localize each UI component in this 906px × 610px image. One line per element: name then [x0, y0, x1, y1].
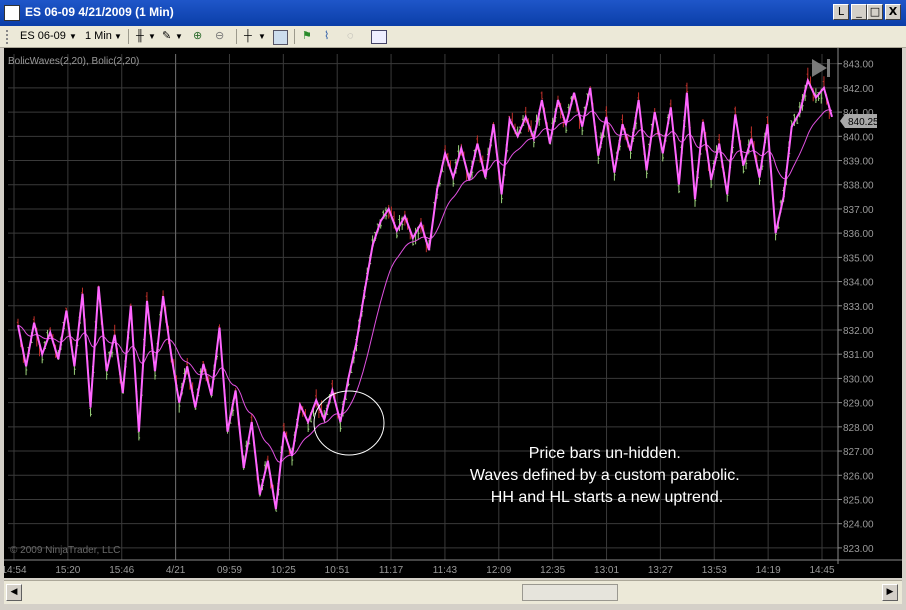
price-tick-label: 838.00	[843, 181, 874, 192]
time-tick-label: 14:45	[809, 565, 834, 576]
chart-grid	[8, 54, 838, 560]
time-tick-label: 12:09	[486, 565, 511, 576]
scroll-right-button[interactable]: ▶	[882, 584, 898, 601]
price-tick-label: 827.00	[843, 447, 874, 458]
price-tick-label: 829.00	[843, 399, 874, 410]
price-bar	[822, 76, 826, 88]
horizontal-scrollbar[interactable]: ◀ ▶	[4, 580, 902, 604]
instrument-dropdown-icon[interactable]: ▼	[69, 28, 77, 45]
price-tick-label: 837.00	[843, 205, 874, 216]
properties-icon[interactable]: ◌	[347, 28, 354, 45]
price-tick-label: 832.00	[843, 326, 874, 337]
window-title: ES 06-09 4/21/2009 (1 Min)	[25, 5, 174, 19]
time-tick-label: 11:43	[433, 565, 458, 576]
time-tick-label: 11:17	[379, 565, 404, 576]
price-bar	[540, 91, 544, 100]
crosshair-icon[interactable]: ┼	[244, 28, 252, 45]
data-box-icon[interactable]	[273, 30, 288, 45]
current-price-marker: 840.25	[840, 114, 879, 128]
time-tick-label: 15:20	[55, 565, 80, 576]
time-tick-label: 10:25	[271, 565, 296, 576]
price-tick-label: 840.00	[843, 132, 874, 143]
interval-dropdown-icon[interactable]: ▼	[114, 28, 122, 45]
draw-pencil-icon[interactable]: ✎	[162, 28, 171, 45]
toolbar-separator	[236, 29, 237, 44]
time-tick-label: 4/21	[166, 565, 186, 576]
price-bars	[16, 67, 831, 512]
chart-toolbar: ES 06-09 ▼ 1 Min ▼ ╫ ▼ ✎ ▼ ⊕ ⊖ ┼ ▼ ⚑ ⌇ ◌	[0, 26, 906, 48]
indicators-icon[interactable]: ⌇	[324, 28, 329, 45]
price-tick-label: 831.00	[843, 350, 874, 361]
annotation-line-2: Waves defined by a custom parabolic.	[470, 467, 740, 484]
time-axis: 14:54 15:20 15:46 4/21 09:59 10:25 10:51 11:17 1…	[1, 559, 902, 576]
time-tick-label: 10:51	[325, 565, 350, 576]
price-tick-label: 842.00	[843, 84, 874, 95]
draw-dropdown-icon[interactable]: ▼	[175, 28, 183, 45]
crosshair-dropdown-icon[interactable]: ▼	[258, 28, 266, 45]
price-bar	[677, 184, 681, 194]
chart-app-icon	[4, 5, 20, 21]
price-tick-label: 834.00	[843, 278, 874, 289]
price-tick-label: 833.00	[843, 302, 874, 313]
strategies-icon[interactable]: ⚑	[302, 28, 312, 45]
scroll-to-end-icon[interactable]	[812, 59, 830, 77]
time-tick-label: 13:53	[702, 565, 727, 576]
annotation-line-3: HH and HL starts a new uptrend.	[491, 489, 723, 506]
time-tick-label: 13:01	[594, 565, 619, 576]
copyright-text: © 2009 NinjaTrader, LLC	[10, 545, 120, 556]
price-tick-label: 835.00	[843, 253, 874, 264]
bar-type-icon[interactable]: ╫	[136, 28, 144, 45]
toolbar-separator	[294, 29, 295, 44]
price-bar	[806, 67, 810, 81]
maximize-button[interactable]: □	[867, 4, 883, 20]
price-tick-label: 843.00	[843, 60, 874, 71]
time-tick-label: 09:59	[217, 565, 242, 576]
time-tick-label: 12:35	[540, 565, 565, 576]
wave-polyline	[17, 77, 833, 510]
price-tick-label: 825.00	[843, 495, 874, 506]
chart-canvas[interactable]: 843.00842.00841.00840.00839.00838.00837.…	[1, 48, 902, 578]
close-button[interactable]: X	[885, 4, 901, 20]
price-chart[interactable]: 843.00 842.00 841.00 840.00 839.00 838.00 837.…	[1, 48, 902, 578]
time-tick-label: 14:19	[756, 565, 781, 576]
annotation-text: Price bars un-hidden. Waves defined by a…	[470, 445, 744, 506]
current-price-label: 840.25	[848, 117, 879, 128]
price-bar	[89, 406, 92, 417]
wave-line	[17, 77, 833, 510]
price-tick-label: 839.00	[843, 157, 874, 168]
price-tick-label: 824.00	[843, 520, 874, 531]
time-tick-label: 13:27	[648, 565, 673, 576]
price-tick-label: 830.00	[843, 374, 874, 385]
interval-selector[interactable]: 1 Min	[85, 28, 112, 45]
time-tick-label: 14:54	[4, 565, 27, 576]
toolbar-grip	[6, 30, 16, 44]
scroll-thumb[interactable]	[522, 584, 618, 601]
price-tick-label: 828.00	[843, 423, 874, 434]
scroll-left-button[interactable]: ◀	[6, 584, 22, 601]
instrument-selector[interactable]: ES 06-09	[20, 28, 66, 45]
price-tick-label: 836.00	[843, 229, 874, 240]
annotation-line-1: Price bars un-hidden.	[529, 445, 681, 462]
time-tick-label: 15:46	[109, 565, 134, 576]
price-tick-label: 823.00	[843, 544, 874, 555]
minimize-button[interactable]: _	[851, 4, 867, 20]
zoom-out-icon[interactable]: ⊖	[215, 28, 224, 45]
link-button[interactable]: L	[833, 4, 849, 20]
indicator-label: BolicWaves(2,20), Bolic(2,20)	[8, 56, 139, 67]
price-tick-label: 826.00	[843, 471, 874, 482]
chart-properties-icon[interactable]	[371, 30, 387, 44]
toolbar-separator	[128, 29, 129, 44]
window-title-bar: ES 06-09 4/21/2009 (1 Min) L _ □ X	[0, 0, 906, 26]
zoom-in-icon[interactable]: ⊕	[193, 28, 202, 45]
bar-type-dropdown-icon[interactable]: ▼	[148, 28, 156, 45]
